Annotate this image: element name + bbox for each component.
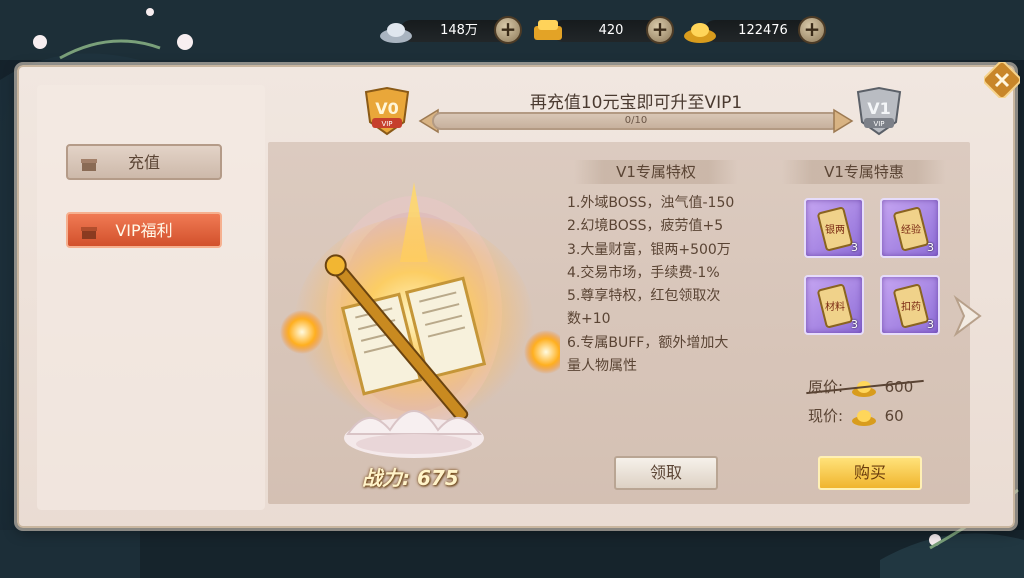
reward-showcase — [268, 142, 560, 504]
golden-book-artwork — [280, 182, 560, 458]
privileges-title: V1专属特权 — [574, 160, 738, 184]
deal-item-slot[interactable]: 扣药 3 — [880, 275, 940, 335]
privilege-line: 数+10 — [567, 311, 611, 328]
silver-ingot-icon — [380, 23, 412, 43]
scroll-icon: 材料 — [817, 284, 853, 328]
yuanbao-icon — [534, 20, 562, 40]
deal-item-slot[interactable]: 经验 3 — [880, 198, 940, 258]
gold-ingot-icon — [851, 409, 876, 426]
svg-text:V0: V0 — [375, 99, 399, 118]
svg-text:材料: 材料 — [825, 300, 845, 313]
current-price: 现价: 60 — [808, 405, 904, 427]
vip1-badge-icon: V1 VIP — [856, 86, 902, 136]
scroll-icon: 经验 — [893, 207, 929, 251]
svg-text:VIP: VIP — [381, 120, 392, 128]
scroll-icon: 扣药 — [893, 284, 929, 328]
progress-text: 0/10 — [624, 115, 648, 126]
item-count: 3 — [851, 241, 858, 254]
item-count: 3 — [851, 318, 858, 331]
claim-button[interactable]: 领取 — [614, 456, 718, 490]
privilege-line: 1.外域BOSS，浊气值-150 — [567, 195, 735, 211]
privilege-line: 3.大量财富，银两+500万 — [567, 241, 731, 258]
combat-power: 战力: 675 — [362, 466, 459, 490]
svg-text:银两: 银两 — [825, 223, 845, 236]
add-silver-button[interactable]: + — [494, 16, 522, 44]
scroll-icon: 银两 — [817, 207, 853, 251]
close-icon[interactable] — [984, 62, 1020, 98]
gift-box-icon — [81, 159, 97, 171]
privilege-line: 4.交易市场，手续费-1% — [567, 264, 720, 281]
vip-upgrade-title: 再充值10元宝即可升至VIP1 — [529, 93, 743, 113]
svg-text:扣药: 扣药 — [901, 300, 921, 313]
item-count: 3 — [927, 318, 934, 331]
deal-item-slot[interactable]: 银两 3 — [804, 198, 864, 258]
svg-text:V1: V1 — [867, 99, 891, 118]
deals-title: V1专属特惠 — [782, 160, 946, 184]
svg-text:经验: 经验 — [901, 223, 921, 236]
privilege-line: 2.幻境BOSS，疲劳值+5 — [567, 218, 724, 235]
sidebar-item-label: VIP福利 — [115, 221, 173, 240]
progress-right-cap-icon — [833, 108, 854, 134]
add-gold-button[interactable]: + — [798, 16, 826, 44]
sidebar-item-recharge[interactable]: 充值 — [66, 144, 222, 180]
sidebar-item-vip-welfare[interactable]: VIP福利 — [66, 212, 222, 248]
item-count: 3 — [927, 241, 934, 254]
vip-progress-bar: 0/10 — [432, 112, 840, 130]
gold-ingot-icon — [684, 23, 716, 43]
vip0-badge-icon: V0 VIP — [364, 86, 410, 136]
next-page-arrow-icon[interactable] — [952, 294, 984, 338]
privilege-line: 量人物属性 — [567, 358, 637, 375]
deal-item-slot[interactable]: 材料 3 — [804, 275, 864, 335]
gift-box-icon — [81, 227, 97, 239]
current-price-label: 现价: — [808, 407, 844, 425]
privilege-line: 5.尊享特权，红包领取次 — [567, 288, 721, 305]
add-yuanbao-button[interactable]: + — [646, 16, 674, 44]
current-price-value: 60 — [884, 407, 904, 425]
buy-button[interactable]: 购买 — [818, 456, 922, 490]
svg-text:VIP: VIP — [873, 120, 884, 128]
sidebar-item-label: 充值 — [127, 153, 160, 172]
privilege-line: 6.专属BUFF，额外增加大 — [567, 334, 729, 351]
privileges-list: 1.外域BOSS，浊气值-150 2.幻境BOSS，疲劳值+5 3.大量财富，银… — [567, 192, 757, 378]
currency-bar: 148万 + 420 + 122476 + — [378, 14, 828, 48]
